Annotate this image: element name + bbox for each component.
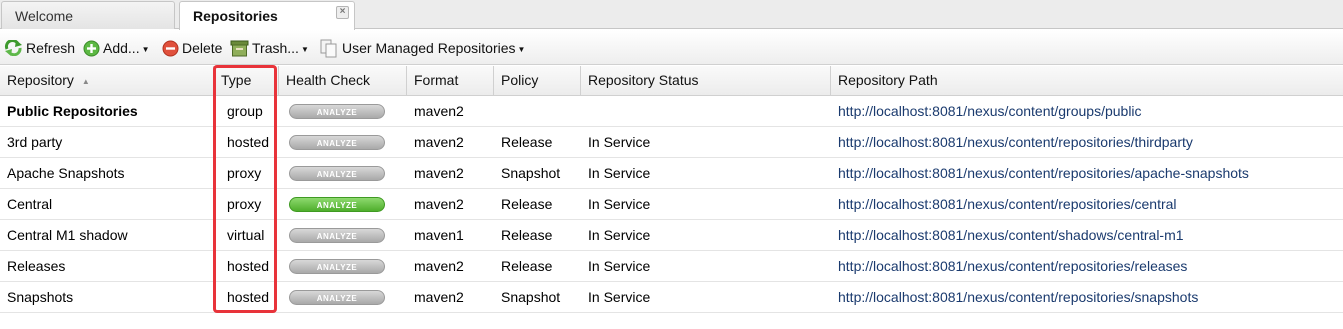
column-label: Repository Status [588, 72, 699, 88]
cell-format: maven1 [414, 227, 464, 243]
cell-type: group [227, 103, 263, 119]
cell-format: maven2 [414, 289, 464, 305]
cell-name: Central M1 shadow [7, 227, 128, 243]
grid-header: Repository ▲ Type Health Check Format Po… [0, 66, 1343, 96]
tab-repositories[interactable]: Repositories × [179, 1, 355, 30]
cell-path[interactable]: http://localhost:8081/nexus/content/grou… [831, 96, 1142, 126]
cell-type: hosted [227, 289, 270, 305]
cell-status: In Service [588, 258, 651, 274]
column-label: Policy [501, 72, 539, 88]
delete-icon [162, 40, 179, 56]
cell-policy: Snapshot [501, 289, 561, 305]
trash-label: Trash... [252, 40, 299, 56]
analyze-button[interactable]: ANALYZE [289, 135, 385, 150]
table-row[interactable]: Snapshots hosted maven2 Snapshot In Service h… [0, 282, 1343, 313]
add-label: Add... [103, 40, 140, 56]
table-row[interactable]: Public Repositories group maven2 http://loc… [0, 96, 1343, 127]
cell-name: Apache Snapshots [7, 165, 125, 181]
copy-icon [320, 39, 337, 57]
column-header-type[interactable]: Type [214, 66, 279, 95]
refresh-label: Refresh [26, 40, 76, 56]
cell-name: Releases [7, 258, 66, 274]
cell-type: virtual [227, 227, 265, 243]
delete-button[interactable]: Delete [162, 38, 222, 58]
cell-policy: Release [501, 258, 553, 274]
column-label: Repository Path [838, 72, 938, 88]
add-icon [83, 40, 100, 56]
table-row[interactable]: Central proxy maven2 Release In Service http:… [0, 189, 1343, 220]
analyze-button[interactable]: ANALYZE [289, 104, 385, 119]
tab-bar: Welcome Repositories × [0, 0, 1343, 30]
column-header-repository-status[interactable]: Repository Status [581, 66, 831, 95]
cell-policy: Release [501, 196, 553, 212]
tab-welcome-label: Welcome [15, 8, 74, 24]
chevron-down-icon: ▼ [141, 44, 150, 54]
refresh-icon [4, 40, 22, 56]
toolbar: Refresh Add... ▼ Delete Trash... ▼ User … [0, 30, 1343, 65]
column-header-health-check[interactable]: Health Check [279, 66, 407, 95]
cell-format: maven2 [414, 134, 464, 150]
column-label: Repository [7, 72, 74, 88]
table-row[interactable]: 3rd party hosted maven2 Release In Service ht… [0, 127, 1343, 158]
table-row[interactable]: Central M1 shadow virtual maven1 Release In … [0, 220, 1343, 251]
column-label: Health Check [286, 72, 371, 88]
cell-type: proxy [227, 165, 262, 181]
table-row[interactable]: Apache Snapshots proxy maven2 Snapshot In Se… [0, 158, 1343, 189]
cell-policy [494, 96, 501, 126]
user-managed-label: User Managed Repositories [342, 40, 516, 56]
cell-path[interactable]: http://localhost:8081/nexus/content/repo… [831, 251, 1187, 281]
cell-type: hosted [227, 134, 270, 150]
column-header-policy[interactable]: Policy [494, 66, 581, 95]
cell-status [581, 96, 588, 126]
analyze-button[interactable]: ANALYZE [289, 290, 385, 305]
cell-path[interactable]: http://localhost:8081/nexus/content/repo… [831, 127, 1193, 157]
column-label: Format [414, 72, 459, 88]
cell-format: maven2 [414, 103, 464, 119]
cell-path[interactable]: http://localhost:8081/nexus/content/repo… [831, 158, 1249, 188]
cell-name: Public Repositories [7, 103, 138, 119]
column-header-repository-path[interactable]: Repository Path [831, 66, 1343, 95]
cell-path[interactable]: http://localhost:8081/nexus/content/repo… [831, 189, 1177, 219]
chevron-down-icon: ▼ [300, 44, 309, 54]
cell-name: Snapshots [7, 289, 74, 305]
user-managed-repositories-button[interactable]: User Managed Repositories ▼ [320, 38, 525, 58]
tab-repositories-label: Repositories [193, 8, 278, 24]
table-row[interactable]: Releases hosted maven2 Release In Service htt… [0, 251, 1343, 282]
cell-status: In Service [588, 196, 651, 212]
column-header-format[interactable]: Format [407, 66, 494, 95]
cell-type: hosted [227, 258, 270, 274]
cell-name: Central [7, 196, 53, 212]
trash-icon [230, 40, 249, 57]
tab-welcome[interactable]: Welcome [1, 1, 175, 29]
cell-status: In Service [588, 227, 651, 243]
close-icon[interactable]: × [336, 6, 349, 19]
sort-ascending-icon: ▲ [81, 77, 90, 86]
cell-type: proxy [227, 196, 262, 212]
cell-format: maven2 [414, 258, 464, 274]
delete-label: Delete [182, 40, 223, 56]
cell-path[interactable]: http://localhost:8081/nexus/content/repo… [831, 282, 1198, 312]
chevron-down-icon: ▼ [517, 44, 526, 54]
cell-policy: Release [501, 227, 553, 243]
cell-policy: Release [501, 134, 553, 150]
analyze-button[interactable]: ANALYZE [289, 166, 385, 181]
cell-format: maven2 [414, 196, 464, 212]
column-label: Type [221, 72, 252, 88]
cell-status: In Service [588, 134, 651, 150]
cell-name: 3rd party [7, 134, 63, 150]
analyze-button[interactable]: ANALYZE [289, 228, 385, 243]
cell-format: maven2 [414, 165, 464, 181]
add-button[interactable]: Add... ▼ [83, 38, 150, 58]
column-header-repository[interactable]: Repository ▲ [0, 66, 214, 95]
analyze-button[interactable]: ANALYZE [289, 197, 385, 212]
trash-button[interactable]: Trash... ▼ [230, 38, 309, 58]
cell-policy: Snapshot [501, 165, 561, 181]
cell-status: In Service [588, 165, 651, 181]
analyze-button[interactable]: ANALYZE [289, 259, 385, 274]
cell-path[interactable]: http://localhost:8081/nexus/content/shad… [831, 220, 1184, 250]
refresh-button[interactable]: Refresh [4, 38, 75, 58]
cell-status: In Service [588, 289, 651, 305]
